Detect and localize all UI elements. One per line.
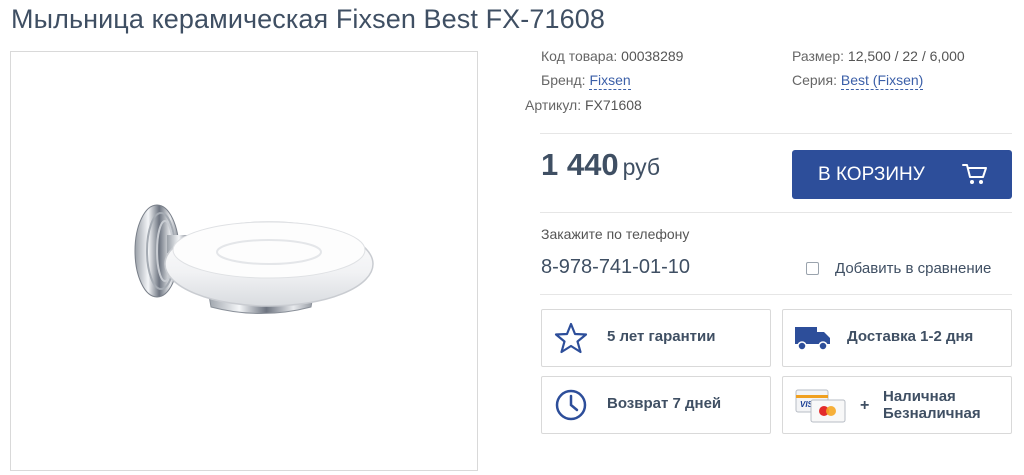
- price-currency: руб: [622, 154, 661, 180]
- divider-bottom: [540, 294, 1012, 295]
- product-code-value: 00038289: [621, 48, 684, 64]
- add-to-compare[interactable]: Добавить в сравнение: [806, 260, 991, 277]
- product-code-label: Код товара:: [541, 48, 618, 64]
- feature-returns[interactable]: Возврат 7 дней: [541, 376, 771, 434]
- soap-dish-image: [134, 204, 374, 314]
- add-to-cart-label: В КОРЗИНУ: [818, 164, 925, 185]
- payment-plus: +: [860, 397, 870, 414]
- divider-middle: [540, 212, 1012, 213]
- series-link[interactable]: Best (Fixsen): [840, 72, 924, 90]
- divider-top: [540, 133, 1012, 134]
- feature-warranty-label: 5 лет гарантии: [607, 328, 716, 345]
- truck-icon: [795, 327, 830, 351]
- feature-warranty[interactable]: 5 лет гарантии: [541, 309, 771, 367]
- payment-cards-icon: VISA: [795, 389, 846, 423]
- product-brand: Бренд: Fixsen: [541, 72, 631, 90]
- feature-payment[interactable]: VISA + Наличная Безналичная: [782, 376, 1012, 434]
- add-to-cart-button[interactable]: В КОРЗИНУ: [792, 150, 1012, 199]
- product-series-label: Серия:: [792, 72, 837, 88]
- product-series: Серия: Best (Fixsen): [792, 72, 924, 90]
- product-price: 1 440 руб: [541, 147, 660, 183]
- product-photo[interactable]: [10, 51, 478, 471]
- cart-icon: [962, 164, 987, 184]
- product-title: Мыльница керамическая Fixsen Best FX-716…: [11, 4, 605, 34]
- product-code: Код товара: 00038289: [541, 48, 683, 64]
- feature-returns-label: Возврат 7 дней: [607, 395, 722, 412]
- brand-link[interactable]: Fixsen: [589, 72, 631, 90]
- feature-delivery-label: Доставка 1-2 дня: [847, 328, 974, 345]
- payment-cash-label: Наличная: [883, 388, 956, 405]
- product-brand-label: Бренд:: [541, 72, 586, 88]
- product-article: Артикул: FX71608: [525, 97, 642, 113]
- price-amount: 1 440: [541, 147, 619, 182]
- compare-label[interactable]: Добавить в сравнение: [835, 260, 991, 277]
- product-size: Размер: 12,500 / 22 / 6,000: [792, 48, 965, 64]
- product-size-label: Размер:: [792, 48, 845, 64]
- phone-number[interactable]: 8-978-741-01-10: [541, 256, 690, 279]
- star-icon: [554, 322, 588, 354]
- product-article-label: Артикул:: [525, 97, 582, 113]
- payment-cashless-label: Безналичная: [883, 405, 981, 422]
- compare-checkbox[interactable]: [806, 262, 819, 275]
- clock-icon: [555, 389, 587, 421]
- phone-order-label: Закажите по телефону: [541, 226, 690, 242]
- feature-delivery[interactable]: Доставка 1-2 дня: [782, 309, 1012, 367]
- product-article-value: FX71608: [584, 97, 642, 113]
- product-size-value: 12,500 / 22 / 6,000: [847, 48, 965, 64]
